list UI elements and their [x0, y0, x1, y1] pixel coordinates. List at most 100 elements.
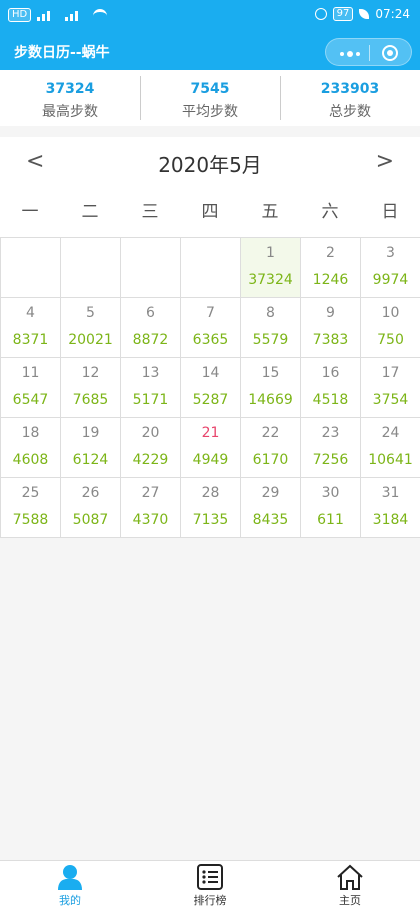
calendar-day-cell[interactable]: 17 3754 [361, 358, 420, 418]
tab-bar: 我的 排行榜 主页 [0, 860, 420, 910]
calendar-day-cell[interactable]: 7 6365 [181, 298, 241, 358]
calendar-day-cell[interactable]: 15 14669 [241, 358, 301, 418]
signal-icon [65, 9, 87, 21]
calendar-day-cell[interactable]: 26 5087 [61, 478, 121, 538]
day-steps: 7256 [312, 452, 349, 468]
day-number [181, 245, 240, 263]
day-steps: 4370 [132, 512, 169, 528]
calendar-day-cell[interactable]: 18 4608 [1, 418, 61, 478]
day-number: 10 [381, 305, 400, 321]
next-month-button[interactable]: > [376, 149, 394, 174]
tab-home[interactable]: 主页 [280, 861, 420, 910]
weekday-label: 六 [321, 202, 339, 222]
day-steps: 7383 [312, 332, 349, 348]
calendar-day-cell[interactable]: 16 4518 [301, 358, 361, 418]
day-number: 8 [266, 305, 275, 321]
day-number: 30 [321, 485, 340, 501]
day-steps: 7588 [12, 512, 49, 528]
stat-total-label: 总步数 [329, 104, 371, 120]
miniprogram-capsule [325, 38, 412, 66]
day-number: 17 [381, 365, 400, 381]
calendar-day-cell[interactable]: 19 6124 [61, 418, 121, 478]
day-number: 1 [266, 245, 275, 261]
day-steps: 6170 [252, 452, 289, 468]
weekday-label: 三 [141, 202, 159, 222]
calendar-day-cell[interactable]: 20 4229 [121, 418, 181, 478]
stat-max: 37324 最高步数 [0, 70, 140, 126]
day-number: 28 [201, 485, 220, 501]
tab-mine[interactable]: 我的 [0, 861, 140, 910]
day-number: 18 [21, 425, 40, 441]
calendar-day-cell[interactable]: 29 8435 [241, 478, 301, 538]
day-steps: 1246 [312, 272, 349, 288]
day-steps: 20021 [68, 332, 113, 348]
day-number: 4 [26, 305, 35, 321]
calendar-empty-cell [121, 238, 181, 298]
day-steps: 4949 [192, 452, 229, 468]
more-button[interactable] [340, 51, 360, 57]
calendar: < 2020年5月 > 一 二 三 四 五 六 日 1 37324 2 1246 3 99… [0, 137, 420, 538]
calendar-day-cell[interactable]: 6 8872 [121, 298, 181, 358]
calendar-day-cell[interactable]: 27 4370 [121, 478, 181, 538]
calendar-day-cell[interactable]: 23 7256 [301, 418, 361, 478]
day-steps: 7135 [192, 512, 229, 528]
day-steps: 6547 [12, 392, 49, 408]
calendar-day-cell[interactable]: 24 10641 [361, 418, 420, 478]
calendar-day-cell[interactable]: 3 9974 [361, 238, 420, 298]
day-number [1, 245, 60, 263]
calendar-day-cell[interactable]: 10 750 [361, 298, 420, 358]
top-bar: HD 97 07:24 步数日历--蜗牛 [0, 0, 420, 70]
calendar-day-cell[interactable]: 4 8371 [1, 298, 61, 358]
calendar-day-cell[interactable]: 9 7383 [301, 298, 361, 358]
tab-ranking[interactable]: 排行榜 [140, 861, 280, 910]
day-number: 20 [141, 425, 160, 441]
stat-average-label: 平均步数 [182, 104, 238, 120]
calendar-day-cell[interactable]: 25 7588 [1, 478, 61, 538]
calendar-day-cell[interactable]: 30 611 [301, 478, 361, 538]
calendar-day-cell[interactable]: 28 7135 [181, 478, 241, 538]
calendar-day-cell[interactable]: 5 20021 [61, 298, 121, 358]
weekday-label: 五 [261, 202, 279, 222]
calendar-empty-cell [61, 238, 121, 298]
stats-bar: 37324 最高步数 7545 平均步数 233903 总步数 [0, 70, 420, 126]
day-number: 22 [261, 425, 280, 441]
calendar-day-cell[interactable]: 11 6547 [1, 358, 61, 418]
calendar-day-cell[interactable]: 8 5579 [241, 298, 301, 358]
status-bar: HD 97 07:24 [0, 0, 420, 30]
day-number: 26 [81, 485, 100, 501]
calendar-day-cell[interactable]: 14 5287 [181, 358, 241, 418]
day-number: 12 [81, 365, 100, 381]
calendar-day-cell[interactable]: 2 1246 [301, 238, 361, 298]
day-number [121, 245, 180, 263]
calendar-day-cell[interactable]: 1 37324 [241, 238, 301, 298]
day-number: 7 [206, 305, 215, 321]
stat-average-value: 7545 [190, 81, 230, 97]
clock: 07:24 [375, 7, 410, 21]
signal-icon [37, 9, 59, 21]
day-number: 29 [261, 485, 280, 501]
person-icon [58, 865, 82, 890]
home-icon [337, 864, 363, 890]
day-steps: 5171 [132, 392, 169, 408]
weekday-label: 二 [81, 202, 99, 222]
wifi-icon [93, 9, 108, 21]
day-number: 2 [326, 245, 335, 261]
calendar-day-cell[interactable]: 22 6170 [241, 418, 301, 478]
day-steps: 14669 [248, 392, 293, 408]
battery-indicator: 97 [332, 7, 354, 21]
day-number: 19 [81, 425, 100, 441]
close-button[interactable] [382, 45, 398, 61]
day-number: 27 [141, 485, 160, 501]
tab-ranking-label: 排行榜 [193, 894, 227, 907]
calendar-day-cell[interactable]: 13 5171 [121, 358, 181, 418]
day-number: 31 [381, 485, 400, 501]
day-steps: 8371 [12, 332, 49, 348]
calendar-day-cell[interactable]: 31 3184 [361, 478, 420, 538]
alarm-icon [314, 8, 327, 20]
calendar-empty-cell [181, 238, 241, 298]
day-number: 16 [321, 365, 340, 381]
leaf-icon [359, 9, 370, 19]
calendar-day-cell[interactable]: 21 4949 [181, 418, 241, 478]
calendar-day-cell[interactable]: 12 7685 [61, 358, 121, 418]
stat-average: 7545 平均步数 [140, 70, 280, 126]
